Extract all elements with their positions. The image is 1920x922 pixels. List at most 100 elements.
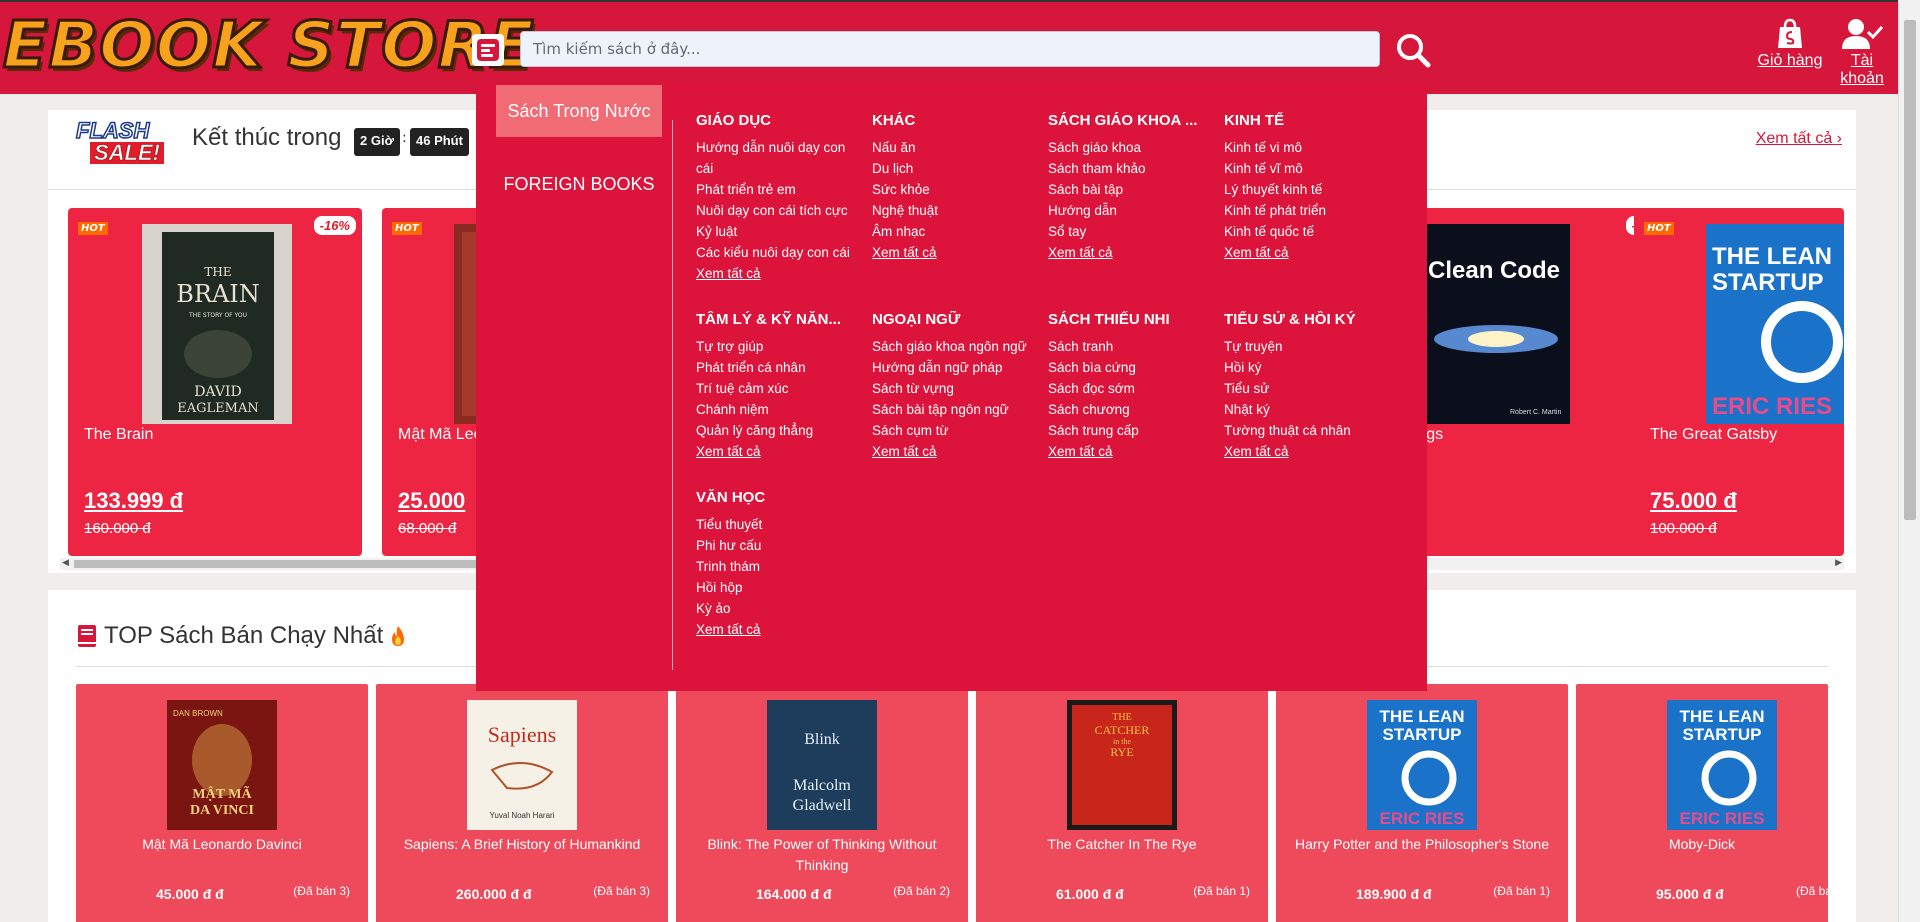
category-link[interactable]: Kinh tế vĩ mô [1224, 158, 1394, 179]
see-all-link[interactable]: Xem tất cả [872, 441, 1042, 462]
category-link[interactable]: Phi hư cấu [696, 535, 866, 556]
category-link[interactable]: Hồi ký [1224, 357, 1394, 378]
category-link[interactable]: Lý thuyết kinh tế [1224, 179, 1394, 200]
category-link[interactable]: Kinh tế vi mô [1224, 137, 1394, 158]
scroll-left-arrow-icon[interactable]: ◀ [62, 558, 69, 568]
category-link[interactable]: Sách từ vựng [872, 378, 1042, 399]
see-all-link[interactable]: Xem tất cả [1048, 441, 1218, 462]
cover-text: CATCHER [1095, 723, 1150, 737]
top-product-card[interactable]: THE CATCHER in the RYE The Catcher In Th… [976, 684, 1268, 922]
flash-product-card[interactable]: HOT -16% THE BRAIN THE STORY OF YOU DAVI… [68, 208, 362, 556]
account-link[interactable]: Tài khoản [1827, 18, 1897, 88]
category-link[interactable]: Kinh tế quốc tế [1224, 221, 1394, 242]
search-button[interactable] [1393, 30, 1433, 70]
category-link[interactable]: Kỷ luật [696, 221, 866, 242]
category-link[interactable]: Quản lý căng thẳng [696, 420, 866, 441]
category-link[interactable]: Du lịch [872, 158, 1042, 179]
see-all-link[interactable]: Xem tất cả [872, 242, 1042, 263]
category-link[interactable]: Nghệ thuật [872, 200, 1042, 221]
search-input[interactable] [521, 32, 1379, 66]
book-cover-sapiens: Sapiens Yuval Noah Harari [467, 700, 577, 830]
category-link[interactable]: Sách tham khảo [1048, 158, 1218, 179]
product-price: 75.000 đ [1650, 488, 1737, 513]
scrollbar-thumb[interactable] [1904, 20, 1916, 520]
tab-domestic-books[interactable]: Sách Trong Nước [496, 85, 662, 137]
category-link[interactable]: Phát triển trẻ em [696, 179, 866, 200]
flash-badge-line2: SALE! [90, 141, 164, 164]
category-link[interactable]: Nuôi dạy con cái tích cực [696, 200, 866, 221]
category-link[interactable]: Chánh niệm [696, 399, 866, 420]
product-title: Mật Mã Leonardo Davinci [142, 836, 302, 852]
cover-text: THE [1112, 712, 1131, 723]
category-title[interactable]: SÁCH GIÁO KHOA ... [1048, 112, 1218, 129]
cart-link[interactable]: Giỏ hàng [1755, 18, 1825, 70]
top-product-card[interactable]: THE LEAN STARTUP ERIC RIES Moby-Dick 95.… [1576, 684, 1832, 922]
see-all-link[interactable]: Xem tất cả [1048, 242, 1218, 263]
top-product-card[interactable]: Blink Malcolm Gladwell Blink: The Power … [676, 684, 968, 922]
flash-see-all-link[interactable]: Xem tất cả › [1756, 130, 1842, 148]
cover-text: Robert C. Martin [1510, 409, 1561, 416]
category-link[interactable]: Sách bài tập ngôn ngữ [872, 399, 1042, 420]
category-link[interactable]: Kỳ ảo [696, 598, 866, 619]
category-link[interactable]: Phát triển cá nhân [696, 357, 866, 378]
category-link[interactable]: Hướng dẫn nuôi dạy con cái [696, 137, 866, 179]
category-link[interactable]: Tự trợ giúp [696, 336, 866, 357]
cover-text: THE [204, 265, 231, 279]
top-product-card[interactable]: THE LEAN STARTUP ERIC RIES Harry Potter … [1276, 684, 1568, 922]
category-title[interactable]: SÁCH THIẾU NHI [1048, 311, 1218, 328]
store-logo[interactable]: EBOOK STORE [1, 6, 535, 86]
category-link[interactable]: Sách cụm từ [872, 420, 1042, 441]
category-link[interactable]: Nấu ăn [872, 137, 1042, 158]
category-link[interactable]: Hồi hộp [696, 577, 866, 598]
top-product-card[interactable]: DAN BROWN MẬT MÃ DA VINCI Mật Mã Leonard… [76, 684, 368, 922]
see-all-link[interactable]: Xem tất cả [696, 441, 866, 462]
category-link[interactable]: Tiểu sử [1224, 378, 1394, 399]
menu-icon [477, 39, 499, 61]
category-link[interactable]: Sức khỏe [872, 179, 1042, 200]
top-product-card[interactable]: Sapiens Yuval Noah Harari Sapiens: A Bri… [376, 684, 668, 922]
category-link[interactable]: Trinh thám [696, 556, 866, 577]
top-selling-title: TOP Sách Bán Chạy Nhất [104, 622, 384, 649]
category-link[interactable]: Sách bìa cứng [1048, 357, 1218, 378]
category-link[interactable]: Âm nhạc [872, 221, 1042, 242]
category-link[interactable]: Kinh tế phát triển [1224, 200, 1394, 221]
scroll-right-arrow-icon[interactable]: ▶ [1835, 558, 1842, 568]
category-link[interactable]: Sổ tay [1048, 221, 1218, 242]
category-link[interactable]: Tiểu thuyết [696, 514, 866, 535]
cover-text: EAGLEMAN [177, 401, 258, 416]
category-title[interactable]: GIÁO DỤC [696, 112, 866, 129]
category-title[interactable]: KHÁC [872, 112, 1042, 129]
category-title[interactable]: VĂN HỌC [696, 489, 866, 506]
category-title[interactable]: TÂM LÝ & KỸ NĂN... [696, 311, 866, 328]
cover-text: ERIC RIES [1679, 809, 1764, 828]
category-link[interactable]: Sách giáo khoa ngôn ngữ [872, 336, 1042, 357]
category-link[interactable]: Sách giáo khoa [1048, 137, 1218, 158]
category-link[interactable]: Sách trung cấp [1048, 420, 1218, 441]
page-vertical-scrollbar[interactable] [1898, 0, 1920, 922]
category-link[interactable]: Tường thuật cá nhân [1224, 420, 1394, 441]
category-link[interactable]: Hướng dẫn ngữ pháp [872, 357, 1042, 378]
category-link[interactable]: Sách tranh [1048, 336, 1218, 357]
see-all-link[interactable]: Xem tất cả [696, 619, 866, 640]
product-price: 133.999 đ [84, 488, 184, 513]
category-link[interactable]: Hướng dẫn [1048, 200, 1218, 221]
category-menu-button[interactable] [472, 34, 504, 66]
countdown-minutes: 46 Phút [410, 128, 469, 156]
see-all-link[interactable]: Xem tất cả [1224, 242, 1394, 263]
category-title[interactable]: NGOẠI NGỮ [872, 311, 1042, 328]
see-all-link[interactable]: Xem tất cả [696, 263, 866, 284]
category-link[interactable]: Sách bài tập [1048, 179, 1218, 200]
flash-product-card[interactable]: HOT THE LEAN STARTUP ERIC RIES The Great… [1634, 208, 1844, 556]
category-link[interactable]: Trí tuệ cảm xúc [696, 378, 866, 399]
tab-foreign-books[interactable]: FOREIGN BOOKS [496, 158, 662, 210]
category-link[interactable]: Sách đọc sớm [1048, 378, 1218, 399]
see-all-link[interactable]: Xem tất cả [1224, 441, 1394, 462]
category-link[interactable]: Sách chương [1048, 399, 1218, 420]
category-title[interactable]: KINH TẾ [1224, 112, 1394, 129]
category-mega-menu: Sách Trong Nước FOREIGN BOOKS GIÁO DỤC H… [476, 82, 1427, 691]
category-link[interactable]: Nhật ký [1224, 399, 1394, 420]
sold-count: (Đã bán 3) [593, 884, 650, 898]
category-title[interactable]: TIỂU SỬ & HỒI KÝ [1224, 311, 1394, 328]
category-link[interactable]: Các kiểu nuôi dạy con cái [696, 242, 866, 263]
category-link[interactable]: Tự truyện [1224, 336, 1394, 357]
